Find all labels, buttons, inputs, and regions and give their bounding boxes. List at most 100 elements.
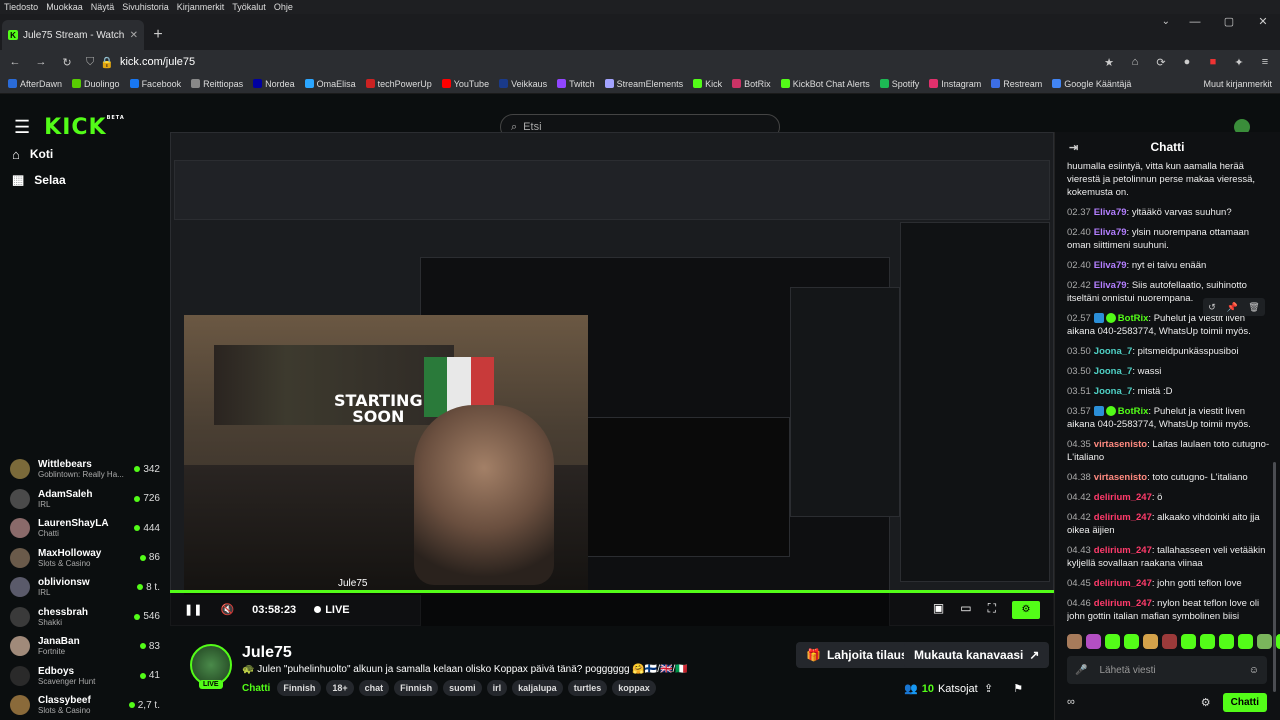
extensions-icon[interactable]: ✦ — [1232, 56, 1246, 69]
os-menu-item[interactable]: Sivuhistoria — [122, 2, 169, 12]
stream-tag[interactable]: irl — [486, 680, 508, 696]
chat-message[interactable]: 03.50 Joona_7: pitsmeidpunkässpusiboi — [1067, 345, 1271, 358]
chat-message[interactable]: 02.40 Eliva79: nyt ei taivu enään — [1067, 259, 1271, 272]
delete-icon[interactable]: 🗑 — [1248, 302, 1259, 313]
bookmark-item[interactable]: AfterDawn — [8, 79, 62, 89]
collapse-chat-icon[interactable]: ⇥ — [1069, 141, 1078, 154]
sidebar-channel[interactable]: chessbrah Shakki 546 — [10, 604, 160, 630]
message-username[interactable]: delirium_247 — [1094, 598, 1152, 609]
emote-icon[interactable] — [1143, 634, 1158, 649]
bookmark-item[interactable]: Instagram — [929, 79, 981, 89]
menu-icon[interactable]: ≡ — [1258, 56, 1272, 68]
video-player[interactable]: STARTING SOON Jule75 ❚❚ 🔇 03:58:23 LIVE … — [170, 132, 1054, 626]
tab-list-icon[interactable]: ⌄ — [1162, 16, 1170, 27]
message-username[interactable]: delirium_247 — [1094, 512, 1152, 523]
chat-message[interactable]: 04.45 delirium_247: john gotti teflon lov… — [1067, 577, 1271, 590]
chat-message[interactable]: 03.51 Joona_7: mistä :D — [1067, 385, 1271, 398]
bookmark-item[interactable]: YouTube — [441, 79, 489, 89]
emote-icon[interactable] — [1238, 634, 1253, 649]
bookmark-item[interactable]: Duolingo — [72, 79, 120, 89]
home-icon[interactable]: ⌂ — [1128, 56, 1142, 68]
emote-icon[interactable] — [1257, 634, 1272, 649]
play-pause-icon[interactable]: ❚❚ — [184, 603, 202, 616]
os-menu-item[interactable]: Kirjanmerkit — [177, 2, 225, 12]
emoji-icon[interactable]: ☺ — [1249, 665, 1259, 676]
chat-rules-icon[interactable]: ∞ — [1067, 696, 1075, 708]
theater-mode-icon[interactable]: ▭ — [960, 601, 971, 619]
emote-icon[interactable] — [1086, 634, 1101, 649]
send-chat-button[interactable]: Chatti — [1222, 692, 1267, 712]
bookmark-item[interactable]: StreamElements — [604, 79, 683, 89]
bookmark-item[interactable]: Reittiopas — [191, 79, 243, 89]
emote-icon[interactable] — [1162, 634, 1177, 649]
message-username[interactable]: Joona_7 — [1094, 346, 1133, 357]
pin-icon[interactable]: 📌 — [1226, 302, 1237, 313]
stream-tag[interactable]: suomi — [443, 680, 482, 696]
bookmark-item[interactable]: Twitch — [557, 79, 595, 89]
sidebar-channel[interactable]: AdamSaleh IRL 726 — [10, 486, 160, 512]
settings-gear-icon[interactable]: ⚙ — [1201, 696, 1211, 709]
back-icon[interactable]: ← — [8, 56, 22, 68]
minimize-icon[interactable]: — — [1178, 14, 1212, 30]
emote-icon[interactable] — [1181, 634, 1196, 649]
chat-message[interactable]: 04.43 delirium_247: tallahasseen veli vet… — [1067, 544, 1271, 570]
stream-tag[interactable]: kaljalupa — [512, 680, 563, 696]
fullscreen-icon[interactable]: ⛶ — [988, 601, 996, 619]
sidebar-channel[interactable]: MaxHolloway Slots & Casino 86 — [10, 545, 160, 571]
category-link[interactable]: Chatti — [242, 683, 270, 694]
chat-message[interactable]: huumalla esiintyä, vitta kun aamalla her… — [1067, 160, 1271, 199]
chat-message[interactable]: 04.46 delirium_247: nylon beat teflon lov… — [1067, 597, 1271, 623]
bookmark-item[interactable]: Veikkaus — [499, 79, 547, 89]
kick-logo[interactable]: KICKBETA — [44, 115, 125, 140]
close-tab-icon[interactable]: ✕ — [130, 30, 138, 41]
os-menu-item[interactable]: Ohje — [274, 2, 293, 12]
sidebar-item-selaa[interactable]: ▦ Selaa — [0, 166, 78, 194]
chat-message[interactable]: 04.42 delirium_247: alkaako vihdoinki ait… — [1067, 511, 1271, 537]
sidebar-item-koti[interactable]: ⌂ Koti — [0, 140, 65, 168]
reload-icon[interactable]: ↻ — [60, 56, 74, 69]
message-username[interactable]: delirium_247 — [1094, 492, 1152, 503]
bookmark-item[interactable]: Nordea — [253, 79, 295, 89]
sidebar-channel[interactable]: Classybeef Slots & Casino 2,7 t. — [10, 692, 160, 718]
stream-tag[interactable]: chat — [358, 680, 390, 696]
message-username[interactable]: virtasenisto — [1094, 439, 1147, 450]
emote-icon[interactable] — [1105, 634, 1120, 649]
bookmark-item[interactable]: Kick — [693, 79, 722, 89]
os-menu-item[interactable]: Muokkaa — [46, 2, 83, 12]
bookmark-item[interactable]: BotRix — [732, 79, 771, 89]
stream-tag[interactable]: Finnish — [394, 680, 439, 696]
stream-tag[interactable]: koppax — [612, 680, 656, 696]
chat-message[interactable]: 02.40 Eliva79: ylsin nuorempana ottamaan … — [1067, 226, 1271, 252]
message-username[interactable]: Joona_7 — [1094, 366, 1133, 377]
stream-tag[interactable]: turtles — [567, 680, 608, 696]
os-menu-item[interactable]: Näytä — [91, 2, 115, 12]
chat-input[interactable]: 🎤 Lähetä viesti ☺ — [1067, 656, 1267, 684]
message-username[interactable]: virtasenisto — [1094, 472, 1147, 483]
microphone-icon[interactable]: 🎤 — [1075, 665, 1087, 676]
message-username[interactable]: Eliva79 — [1094, 227, 1127, 238]
account-icon[interactable]: ● — [1180, 56, 1194, 68]
chat-message[interactable]: 02.37 Eliva79: yltääkö varvas suuhun? — [1067, 206, 1271, 219]
chat-message[interactable]: 03.57 BotRix: Puhelut ja viestit liven ai… — [1067, 405, 1271, 431]
sidebar-channel[interactable]: JanaBan Fortnite 83 — [10, 633, 160, 659]
os-menu-item[interactable]: Työkalut — [232, 2, 266, 12]
close-window-icon[interactable]: ✕ — [1246, 14, 1280, 30]
sidebar-channel[interactable]: oblivionsw IRL 8 t. — [10, 574, 160, 600]
message-username[interactable]: delirium_247 — [1094, 545, 1152, 556]
gift-sub-button[interactable]: 🎁 Lahjoita tilaus — [796, 642, 918, 668]
customize-channel-button[interactable]: Mukauta kanavaasi ↗ — [904, 642, 1050, 668]
message-username[interactable]: delirium_247 — [1094, 578, 1152, 589]
bookmark-item[interactable]: KickBot Chat Alerts — [780, 79, 870, 89]
volume-icon[interactable]: 🔇 — [220, 603, 234, 616]
hamburger-menu-icon[interactable]: ☰ — [14, 117, 30, 138]
new-tab-button[interactable]: + — [144, 26, 172, 44]
emote-icon[interactable] — [1067, 634, 1082, 649]
message-username[interactable]: BotRix — [1118, 313, 1149, 324]
chat-scrollbar[interactable] — [1273, 462, 1276, 692]
message-username[interactable]: Joona_7 — [1094, 386, 1133, 397]
emote-icon[interactable] — [1124, 634, 1139, 649]
os-menu-item[interactable]: Tiedosto — [4, 2, 38, 12]
share-icon[interactable]: ⇪ — [984, 682, 993, 695]
chat-message[interactable]: 04.35 virtasenisto: Laitas laulaen toto c… — [1067, 438, 1271, 464]
streamer-name[interactable]: Jule75 — [242, 644, 292, 662]
